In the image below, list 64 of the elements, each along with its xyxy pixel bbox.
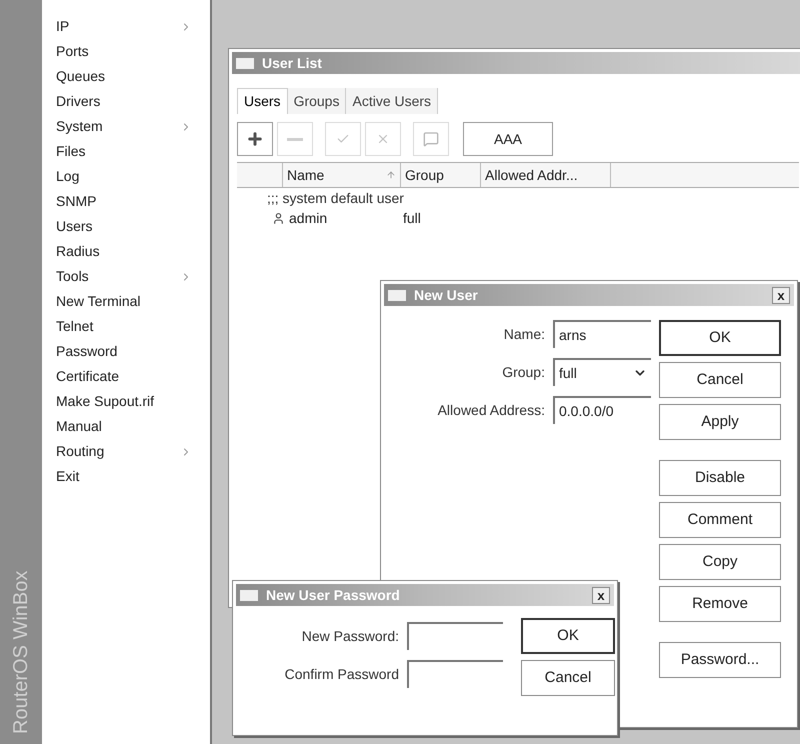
comment-row-text: ;;; system default user	[266, 188, 405, 208]
menu-item[interactable]: Telnet	[56, 314, 202, 339]
menu-item[interactable]: IP	[56, 14, 202, 39]
dialog-button[interactable]: Comment	[659, 502, 781, 538]
input-field[interactable]: 0.0.0.0/0	[553, 396, 651, 424]
dialog-button[interactable]: Copy	[659, 544, 781, 580]
column-header[interactable]: Allowed Addr...	[481, 163, 611, 187]
add-icon	[246, 130, 264, 148]
menu-item[interactable]: Users	[56, 214, 202, 239]
menu-item[interactable]: SNMP	[56, 189, 202, 214]
dialog-button[interactable]: Cancel	[659, 362, 781, 398]
comment-icon	[423, 131, 439, 147]
window-title: New User Password	[266, 586, 401, 604]
menu-item[interactable]: Password	[56, 339, 202, 364]
dialog-button[interactable]: Cancel	[521, 660, 615, 696]
menu-item[interactable]: Log	[56, 164, 202, 189]
menu-item[interactable]: Tools	[56, 264, 202, 289]
tab[interactable]: Groups	[288, 88, 346, 114]
table-cell-text: admin	[289, 208, 328, 228]
input-field[interactable]: arns	[553, 320, 651, 348]
column-header[interactable]: Name	[283, 163, 401, 187]
field-label: Group:	[502, 362, 545, 382]
menu-item[interactable]: Files	[56, 139, 202, 164]
menu-item[interactable]: Ports	[56, 39, 202, 64]
close-button[interactable]: x	[592, 586, 610, 604]
menu-item[interactable]: Drivers	[56, 89, 202, 114]
menu-item[interactable]: System	[56, 114, 202, 139]
table-row[interactable]: admin full	[237, 208, 799, 228]
close-button[interactable]: x	[772, 286, 790, 304]
menu-item[interactable]: Certificate	[56, 364, 202, 389]
brand-label: RouterOS WinBox	[11, 570, 31, 734]
tab[interactable]: Users	[237, 88, 288, 114]
window-icon	[240, 590, 258, 600]
toolbar-button[interactable]: AAA	[463, 122, 553, 156]
dialog-button[interactable]: Disable	[659, 460, 781, 496]
dialog-button[interactable]: OK	[521, 618, 615, 654]
dialog-button[interactable]: Password...	[659, 642, 781, 678]
window-title: New User	[414, 286, 479, 304]
window-icon	[236, 58, 254, 68]
sort-icon	[386, 170, 396, 180]
toolbar-icon-button[interactable]	[237, 122, 273, 156]
field-label: New Password:	[302, 626, 399, 646]
field-label: Allowed Address:	[438, 400, 545, 420]
dialog-button[interactable]: Apply	[659, 404, 781, 440]
minus-icon	[287, 138, 303, 140]
user-icon	[272, 212, 285, 224]
menu-item[interactable]: Queues	[56, 64, 202, 89]
menu-item[interactable]: Make Supout.rif	[56, 389, 202, 414]
menu-item[interactable]: Routing	[56, 439, 202, 464]
menu-item[interactable]: Exit	[56, 464, 202, 489]
field-label: Name:	[504, 324, 545, 344]
field-label: Confirm Password	[284, 664, 399, 684]
column-header[interactable]: Group	[401, 163, 481, 187]
window-icon	[388, 290, 406, 300]
cross-icon	[376, 132, 390, 146]
menu-item[interactable]: New Terminal	[56, 289, 202, 314]
window-title: User List	[262, 54, 323, 72]
table-cell-text: full	[403, 208, 421, 228]
dialog-button[interactable]: OK	[659, 320, 781, 356]
tab[interactable]: Active Users	[346, 88, 438, 114]
group-dropdown[interactable]: full	[553, 358, 651, 386]
dialog-button[interactable]: Remove	[659, 586, 781, 622]
menu-item[interactable]: Manual	[56, 414, 202, 439]
menu-item[interactable]: Radius	[56, 239, 202, 264]
